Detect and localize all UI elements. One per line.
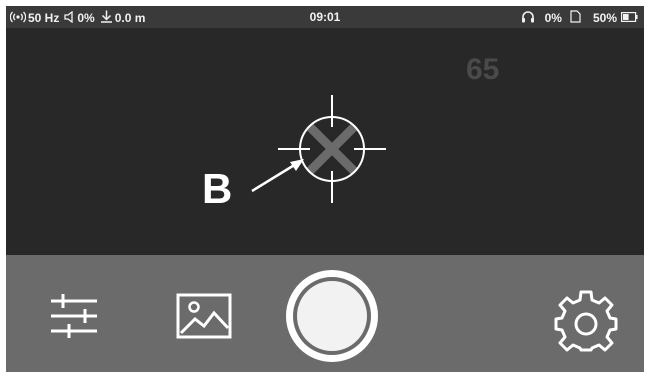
bottom-toolbar bbox=[6, 255, 644, 372]
headphone-level: 0% bbox=[544, 11, 562, 25]
adjust-button[interactable] bbox=[49, 293, 99, 344]
camera-screen: 50 Hz 0% 0.0 m 09:01 0% 50% 65 B bbox=[6, 6, 644, 372]
gallery-button[interactable] bbox=[176, 293, 232, 344]
settings-button[interactable] bbox=[554, 290, 618, 359]
status-bar: 50 Hz 0% 0.0 m 09:01 0% 50% bbox=[6, 6, 644, 28]
callout-arrow-icon bbox=[246, 156, 308, 201]
sliders-icon bbox=[51, 294, 97, 338]
battery-fill bbox=[623, 14, 629, 20]
sd-card-icon bbox=[570, 10, 581, 26]
shutter-button[interactable] bbox=[286, 270, 378, 362]
temperature-readout: 65 bbox=[466, 53, 500, 86]
gear-icon bbox=[554, 290, 618, 352]
headphones-icon bbox=[521, 10, 535, 26]
callout-label: B bbox=[202, 165, 233, 212]
image-icon bbox=[176, 293, 232, 339]
battery-percent: 50% bbox=[592, 11, 617, 25]
battery-icon bbox=[621, 11, 638, 25]
shutter-core bbox=[297, 281, 367, 351]
status-right: 0% 50% bbox=[521, 10, 638, 26]
viewfinder[interactable]: 65 B bbox=[6, 28, 644, 277]
